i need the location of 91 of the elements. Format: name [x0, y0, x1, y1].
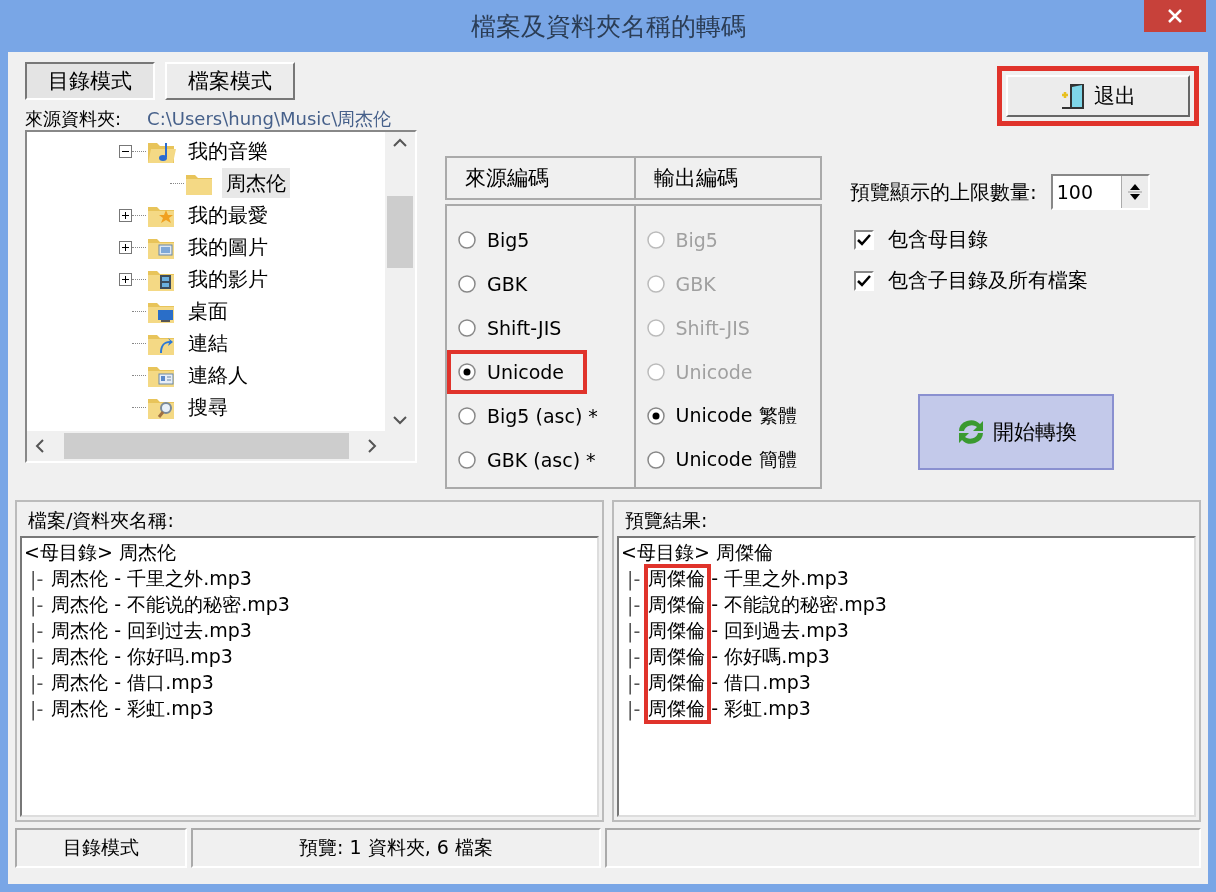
radio-option[interactable]: GBK (asc) * [457, 449, 596, 471]
column-header: 來源編碼 [464, 165, 550, 192]
radio-option[interactable]: Big5 [457, 229, 530, 251]
tree-item[interactable]: 周杰伦 [222, 168, 290, 198]
tree-branch: |- [29, 698, 45, 720]
artist-name: 周杰伦 [51, 696, 110, 721]
file-name: - 你好吗.mp3 [114, 644, 234, 669]
source-folder-path: C:\Users\hung\Music\周杰伦 [147, 108, 392, 130]
tree-branch: |- [626, 568, 642, 590]
exit-button[interactable]: 退出 [1006, 75, 1190, 117]
window-title: 檔案及資料夾名稱的轉碼 [470, 10, 746, 43]
artist-name: 周傑倫 [648, 566, 707, 591]
file-name: - 彩虹.mp3 [114, 696, 215, 721]
file-name: - 不能說的秘密.mp3 [711, 592, 888, 617]
panel-header: 預覽結果: [624, 508, 709, 533]
file-name: - 回到過去.mp3 [711, 618, 850, 643]
file-name: - 借口.mp3 [711, 670, 812, 695]
radio-option[interactable]: GBK [457, 273, 528, 295]
tree-branch: |- [626, 594, 642, 616]
collapse-icon[interactable] [119, 144, 132, 158]
field-label: 預覽顯示的上限數量: [850, 178, 1037, 206]
file-name: - 彩虹.mp3 [711, 696, 812, 721]
vertical-scrollbar[interactable] [385, 132, 415, 431]
expand-icon[interactable] [119, 240, 132, 254]
scroll-up-icon [392, 138, 408, 148]
convert-button[interactable]: 開始轉換 [918, 394, 1114, 470]
tree-item[interactable]: 我的最愛 [184, 200, 272, 230]
tree-branch: |- [626, 646, 642, 668]
source-folder-label: 來源資料夾: [25, 108, 122, 130]
tree-branch: |- [29, 568, 45, 590]
column-header: 輸出編碼 [633, 158, 820, 198]
tree-branch: |- [29, 672, 45, 694]
checkbox-option[interactable]: 包含母目錄 [854, 226, 1201, 253]
checkbox-option[interactable]: 包含子目錄及所有檔案 [854, 267, 1201, 294]
file-name: - 千里之外.mp3 [114, 566, 253, 591]
radio-option[interactable]: Unicode 簡體 [645, 447, 797, 473]
expand-icon[interactable] [119, 208, 132, 222]
scroll-right-icon [367, 438, 377, 454]
tree-branch: |- [29, 594, 45, 616]
file-list[interactable]: <母目錄> 周傑倫 |- 周傑倫 - 千里之外.mp3 |- 周傑倫 - 不能說的秘密.mp3 |- 周傑倫 - 回到過去.mp3 |- 周傑倫 - 你好嗎.mp3 |- 周傑倫 - 借口.mp3 |- 周傑倫 - 彩虹.mp3 [617, 536, 1196, 817]
horizontal-scrollbar[interactable] [27, 431, 385, 461]
radio-option[interactable]: Unicode [457, 361, 565, 383]
tree-branch: |- [626, 620, 642, 642]
artist-name: 周杰伦 [51, 644, 110, 669]
status-text: 目錄模式 [15, 828, 187, 868]
tree-item[interactable]: 我的影片 [184, 264, 272, 294]
scroll-left-icon [35, 438, 45, 454]
file-name: - 你好嗎.mp3 [711, 644, 831, 669]
artist-name: 周傑倫 [648, 670, 707, 695]
tree-item[interactable]: 連結 [184, 328, 232, 358]
scroll-thumb[interactable] [387, 195, 413, 268]
artist-name: 周傑倫 [648, 644, 707, 669]
file-list[interactable]: <母目錄> 周杰伦 |- 周杰伦 - 千里之外.mp3 |- 周杰伦 - 不能说的秘密.mp3 |- 周杰伦 - 回到过去.mp3 |- 周杰伦 - 你好吗.mp3 |- 周杰伦 - 借口.mp3 |- 周杰伦 - 彩虹.mp3 [20, 536, 599, 817]
scroll-thumb[interactable] [63, 433, 349, 459]
tree-branch: |- [626, 672, 642, 694]
artist-name: 周杰伦 [51, 618, 110, 643]
list-item: <母目錄> 周傑倫 [621, 540, 774, 565]
folder-tree[interactable]: 我的音樂 周杰伦 我的最愛 我的圖片 我的影片 桌面 連結 連絡人 搜尋 [25, 130, 417, 463]
artist-name: 周杰伦 [51, 566, 110, 591]
checkbox[interactable] [854, 229, 874, 250]
artist-name: 周傑倫 [648, 592, 707, 617]
tree-branch: |- [29, 620, 45, 642]
tree-item[interactable]: 連絡人 [184, 360, 252, 390]
panel-header: 檔案/資料夾名稱: [27, 508, 175, 533]
tree-branch: |- [29, 646, 45, 668]
close-button[interactable] [1144, 0, 1206, 32]
radio-option[interactable]: Shift-JIS [457, 317, 562, 339]
tree-item[interactable]: 搜尋 [184, 392, 232, 422]
artist-name: 周杰伦 [51, 592, 110, 617]
status-text: 預覽: 1 資料夾, 6 檔案 [191, 828, 601, 868]
tree-branch: |- [626, 698, 642, 720]
radio-option[interactable]: Unicode 繁體 [645, 403, 797, 429]
expand-icon[interactable] [119, 272, 132, 286]
tree-item[interactable]: 我的音樂 [184, 136, 272, 166]
number-spinner[interactable]: 100 [1050, 174, 1150, 210]
checkbox[interactable] [854, 270, 874, 291]
list-item: <母目錄> 周杰伦 [24, 540, 177, 565]
artist-name: 周傑倫 [648, 696, 707, 721]
artist-name: 周杰伦 [51, 670, 110, 695]
mode-tab[interactable]: 檔案模式 [165, 62, 295, 100]
file-name: - 千里之外.mp3 [711, 566, 850, 591]
mode-tab[interactable]: 目錄模式 [25, 62, 155, 100]
file-name: - 不能说的秘密.mp3 [114, 592, 291, 617]
close-icon [1167, 8, 1183, 24]
artist-name: 周傑倫 [648, 618, 707, 643]
file-name: - 回到过去.mp3 [114, 618, 253, 643]
tree-item[interactable]: 桌面 [184, 296, 232, 326]
tree-item[interactable]: 我的圖片 [184, 232, 272, 262]
radio-option[interactable]: Big5 (asc) * [457, 405, 598, 427]
scroll-down-icon [392, 415, 408, 425]
file-name: - 借口.mp3 [114, 670, 215, 695]
